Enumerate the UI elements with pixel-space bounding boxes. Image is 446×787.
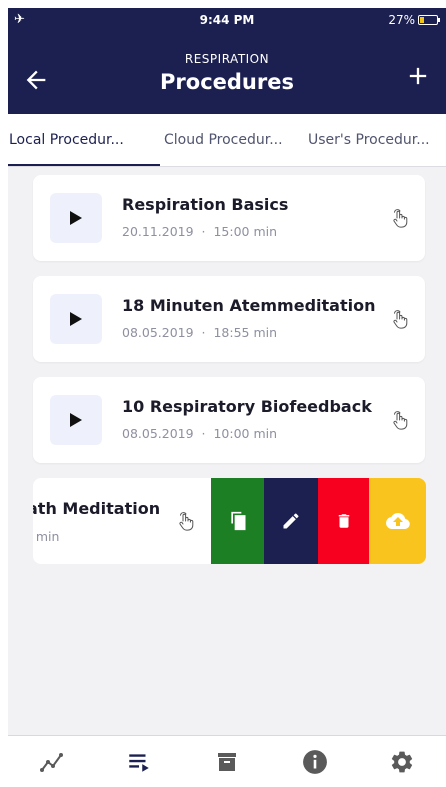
procedure-title: Respiration Basics — [122, 195, 289, 214]
status-time: 9:44 PM — [199, 13, 255, 27]
upload-cloud-icon — [385, 513, 410, 529]
copy-button[interactable] — [211, 478, 264, 564]
procedure-date: 08.05.2019 — [122, 325, 194, 340]
procedure-meta: 08.05.2019 · 10:00 min — [122, 426, 277, 441]
tab-cloud-procedures[interactable]: Cloud Procedur... — [160, 114, 305, 166]
meta-separator: · — [201, 325, 206, 340]
procedure-title: ath Meditation — [33, 499, 161, 518]
play-button[interactable] — [50, 193, 102, 243]
plus-icon — [409, 67, 427, 85]
touch-gesture-icon — [393, 411, 408, 430]
tab-users-procedures[interactable]: User's Procedur... — [305, 114, 446, 166]
delete-icon — [338, 514, 349, 528]
edit-icon — [283, 513, 299, 529]
play-icon — [70, 211, 82, 225]
procedure-tabs: Local Procedur... Cloud Procedur... User… — [8, 114, 446, 167]
touch-gesture-icon — [179, 512, 194, 531]
battery-status: 27% — [388, 13, 440, 27]
battery-percent: 27% — [388, 13, 415, 27]
procedure-meta: 20.11.2019 · 15:00 min — [122, 224, 277, 239]
settings-icon — [392, 751, 413, 772]
bottom-navigation — [8, 735, 446, 787]
battery-icon — [418, 15, 440, 25]
nav-info[interactable] — [295, 742, 335, 782]
header-subtitle: RESPIRATION — [184, 52, 270, 66]
copy-icon — [230, 511, 245, 531]
procedure-duration: 18:55 min — [213, 325, 278, 340]
status-bar: ✈ 9:44 PM 27% — [8, 8, 446, 32]
procedure-card[interactable]: Respiration Basics 20.11.2019 · 15:00 mi… — [33, 175, 425, 261]
header: ✈ 9:44 PM 27% RESPIRATION Procedures — [8, 8, 446, 114]
procedure-meta: 08.05.2019 · 18:55 min — [122, 325, 277, 340]
procedure-duration: 10:00 min — [213, 426, 278, 441]
procedure-date: 20.11.2019 — [122, 224, 194, 239]
swiped-procedure-row[interactable]: ath Meditation ) min — [33, 478, 426, 564]
nav-statistics[interactable] — [32, 742, 72, 782]
meta-separator: · — [201, 426, 206, 441]
playlist-icon — [129, 753, 150, 772]
touch-gesture-icon — [393, 310, 408, 329]
procedure-title: 10 Respiratory Biofeedback — [122, 397, 372, 416]
play-button[interactable] — [50, 294, 102, 344]
procedure-date: 08.05.2019 — [122, 426, 194, 441]
play-icon — [70, 413, 82, 427]
chart-icon — [39, 752, 63, 772]
delete-button[interactable] — [318, 478, 369, 564]
nav-procedures[interactable] — [119, 742, 159, 782]
procedure-title: 18 Minuten Atemmeditation — [122, 296, 376, 315]
procedure-card[interactable]: ath Meditation ) min — [33, 478, 211, 564]
edit-button[interactable] — [264, 478, 318, 564]
info-icon — [302, 749, 327, 774]
meta-separator: · — [201, 224, 206, 239]
tab-local-procedures[interactable]: Local Procedur... — [8, 114, 160, 166]
add-procedure-button[interactable] — [404, 62, 432, 90]
archive-icon — [217, 752, 236, 771]
play-icon — [70, 312, 82, 326]
app-screen: ✈ 9:44 PM 27% RESPIRATION Procedures Loc… — [8, 8, 446, 787]
procedure-meta: ) min — [33, 529, 60, 544]
page-title: Procedures — [160, 70, 294, 94]
nav-archive[interactable] — [207, 742, 247, 782]
play-button[interactable] — [50, 395, 102, 445]
procedure-card[interactable]: 18 Minuten Atemmeditation 08.05.2019 · 1… — [33, 276, 425, 362]
touch-gesture-icon — [393, 209, 408, 228]
procedure-card[interactable]: 10 Respiratory Biofeedback 08.05.2019 · … — [33, 377, 425, 463]
procedure-duration: 15:00 min — [213, 224, 278, 239]
upload-cloud-button[interactable] — [369, 478, 426, 564]
nav-settings[interactable] — [382, 742, 422, 782]
